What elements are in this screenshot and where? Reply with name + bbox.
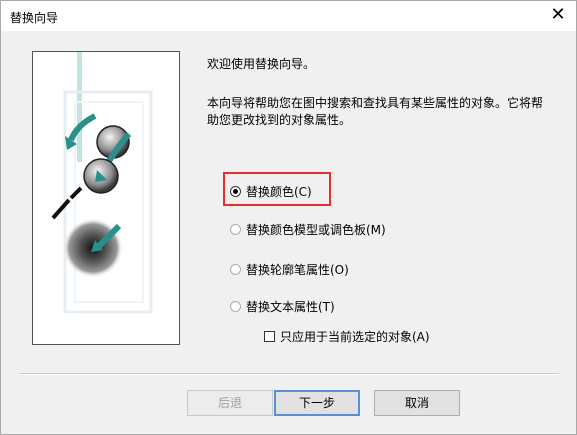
option-replace-outline-label: 替换轮廓笔属性(O) [246, 263, 349, 277]
description-text: 本向导将帮助您在图中搜索和查找具有某些属性的对象。它将帮助您更改找到的对象属性。 [207, 96, 544, 127]
close-icon[interactable]: ✕ [546, 4, 570, 28]
magnifier-illustration [51, 52, 153, 314]
next-button[interactable]: 下一步 [274, 390, 360, 416]
radio-replace-color-model[interactable] [230, 224, 241, 235]
radio-replace-outline[interactable] [230, 264, 241, 275]
option-replace-color-label: 替换颜色(C) [246, 185, 312, 199]
back-button[interactable]: 后退 [187, 390, 273, 416]
option-replace-text[interactable]: 替换文本属性(T) [230, 298, 335, 315]
option-replace-outline[interactable]: 替换轮廓笔属性(O) [230, 261, 349, 278]
wizard-illustration [32, 51, 180, 345]
cancel-button[interactable]: 取消 [374, 390, 460, 416]
option-replace-color-model-label: 替换颜色模型或调色板(M) [246, 223, 386, 237]
divider [19, 373, 559, 375]
option-replace-text-label: 替换文本属性(T) [246, 300, 335, 314]
option-replace-color[interactable]: 替换颜色(C) [230, 183, 312, 200]
window-title: 替换向导 [10, 11, 59, 25]
selected-only-option[interactable]: 只应用于当前选定的对象(A) [264, 328, 430, 345]
selected-only-checkbox[interactable] [264, 331, 275, 342]
radio-replace-color[interactable] [230, 186, 241, 197]
welcome-text: 欢迎使用替换向导。 [207, 57, 316, 71]
selected-only-label: 只应用于当前选定的对象(A) [280, 330, 430, 344]
radio-replace-text[interactable] [230, 301, 241, 312]
title-bar: 替换向导 ✕ [1, 1, 576, 31]
replace-wizard-dialog: 替换向导 ✕ 欢迎使用替换向导。 本向导将帮助您在图中搜索和查找具有某些属性的对… [0, 0, 577, 435]
option-replace-color-model[interactable]: 替换颜色模型或调色板(M) [230, 221, 386, 238]
